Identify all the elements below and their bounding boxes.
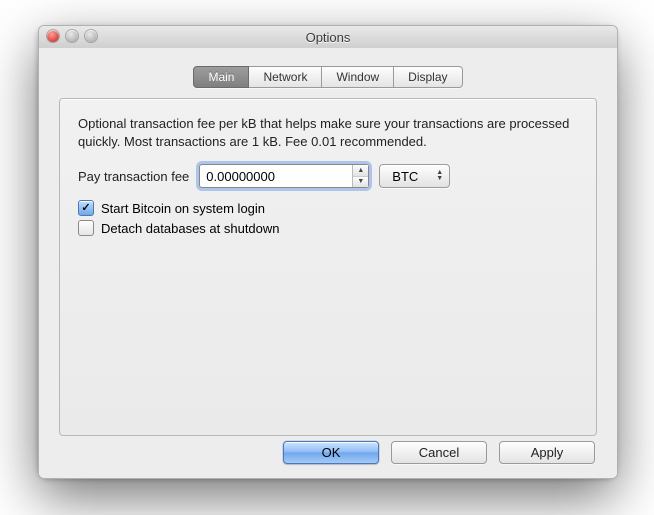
tab-display[interactable]: Display — [394, 66, 462, 88]
options-window: Options Main Network Window Display Opti… — [38, 25, 618, 479]
close-icon[interactable] — [47, 30, 59, 42]
tab-main[interactable]: Main — [193, 66, 249, 88]
detach-db-checkbox[interactable] — [78, 220, 94, 236]
fee-unit-select[interactable]: BTC ▲▼ — [379, 164, 450, 188]
fee-help-text: Optional transaction fee per kB that hel… — [78, 115, 578, 150]
titlebar: Options — [39, 26, 617, 49]
fee-step-down[interactable]: ▼ — [353, 177, 368, 188]
detach-db-label: Detach databases at shutdown — [101, 221, 280, 236]
fee-label: Pay transaction fee — [78, 169, 189, 184]
fee-step-up[interactable]: ▲ — [353, 165, 368, 177]
fee-unit-value: BTC — [392, 169, 418, 184]
minimize-icon[interactable] — [66, 30, 78, 42]
ok-button[interactable]: OK — [283, 441, 379, 464]
zoom-icon[interactable] — [85, 30, 97, 42]
apply-button[interactable]: Apply — [499, 441, 595, 464]
main-panel: Optional transaction fee per kB that hel… — [59, 98, 597, 436]
start-on-login-label: Start Bitcoin on system login — [101, 201, 265, 216]
fee-input-group: ▲ ▼ — [199, 164, 369, 188]
tab-window[interactable]: Window — [322, 66, 394, 88]
tab-network[interactable]: Network — [249, 66, 322, 88]
fee-input[interactable] — [200, 165, 352, 187]
start-on-login-checkbox[interactable] — [78, 200, 94, 216]
updown-icon: ▲▼ — [436, 170, 443, 182]
window-title: Options — [306, 30, 351, 45]
cancel-button[interactable]: Cancel — [391, 441, 487, 464]
tab-bar: Main Network Window Display — [39, 66, 617, 88]
